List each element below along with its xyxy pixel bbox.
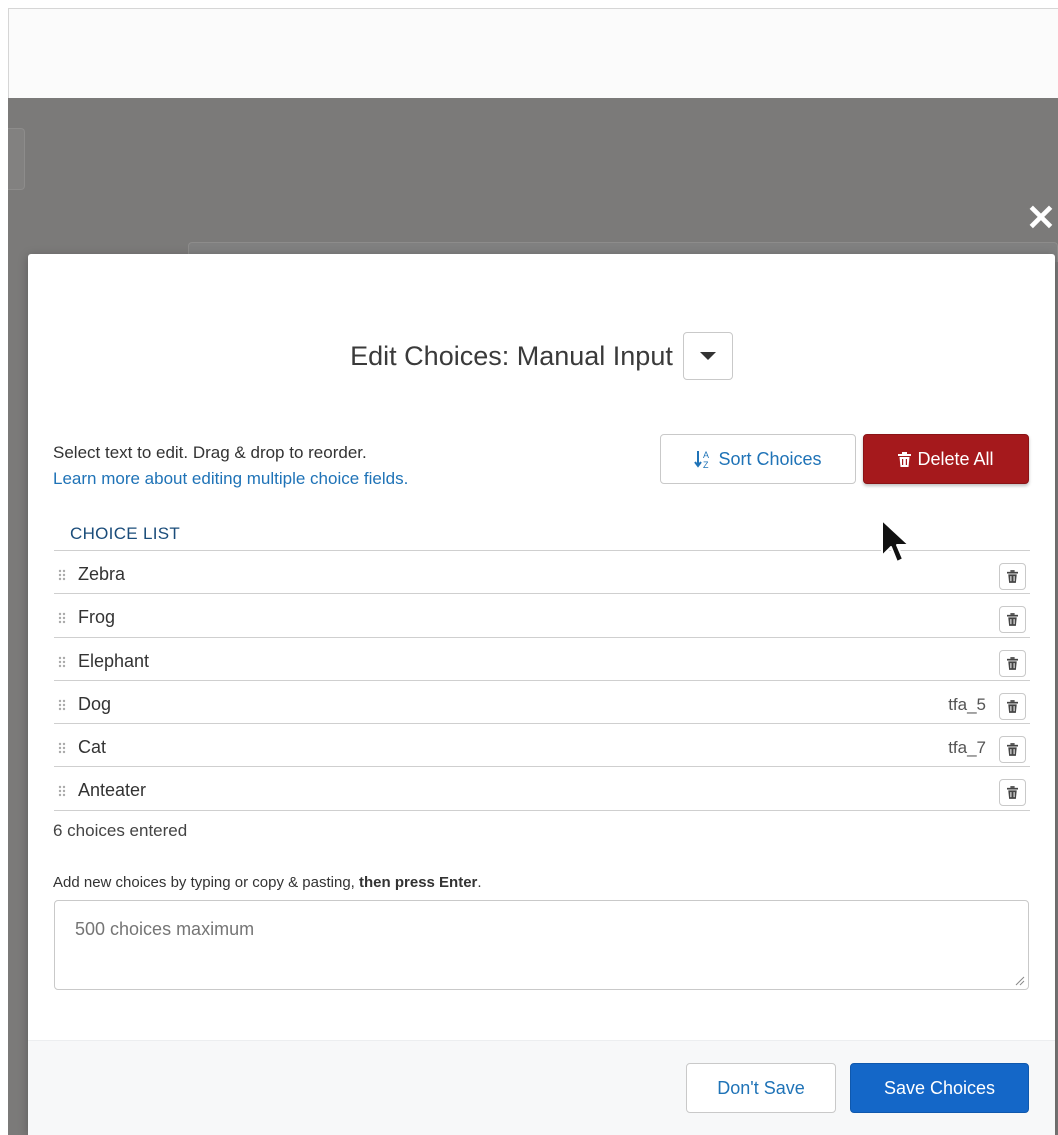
sort-alpha-icon: A Z (694, 449, 712, 469)
choice-id: tfa_7 (948, 738, 986, 758)
delete-choice-button[interactable] (999, 692, 1026, 720)
dont-save-label: Don't Save (717, 1077, 805, 1098)
choice-label[interactable]: Zebra (78, 564, 125, 585)
delete-choice-button[interactable] (999, 606, 1026, 634)
add-help-bold: then press Enter (359, 874, 478, 891)
delete-choice-button[interactable] (999, 736, 1026, 764)
close-icon[interactable]: ✕ (1024, 198, 1058, 238)
choice-list-title: CHOICE LIST (70, 524, 181, 543)
trash-icon (1007, 613, 1018, 627)
delete-all-label: Delete All (917, 448, 994, 469)
delete-all-button[interactable]: Delete All (863, 434, 1029, 484)
choices-count: 6 choices entered (53, 821, 188, 840)
choice-list: Zebra Frog Elephant Dog tfa_5 Cat tfa_7 … (54, 551, 1030, 811)
delete-choice-button[interactable] (999, 563, 1026, 590)
sort-choices-button[interactable]: A Z Sort Choices (660, 434, 856, 484)
trash-icon (1007, 570, 1018, 583)
choice-label[interactable]: Frog (78, 607, 115, 628)
add-help-prefix: Add new choices by typing or copy & past… (53, 874, 360, 891)
delete-choice-button[interactable] (999, 779, 1026, 807)
add-choices-input[interactable] (54, 900, 1029, 990)
save-choices-label: Save Choices (883, 1077, 996, 1098)
choice-label[interactable]: Cat (78, 737, 106, 758)
add-choices-help: Add new choices by typing or copy & past… (53, 874, 482, 891)
help-text-block: Select text to edit. Drag & drop to reor… (53, 440, 408, 492)
trash-icon (1007, 786, 1018, 800)
drag-handle-icon[interactable] (58, 742, 66, 754)
svg-text:Z: Z (703, 460, 709, 469)
mouse-pointer-icon (881, 519, 910, 563)
list-item[interactable]: Cat tfa_7 (54, 724, 1030, 768)
modal-title: Edit Choices: Manual Input (350, 341, 673, 371)
list-item[interactable]: Elephant (54, 638, 1030, 681)
dont-save-button[interactable]: Don't Save (686, 1063, 836, 1113)
drag-handle-icon[interactable] (58, 785, 66, 797)
choice-label[interactable]: Anteater (78, 780, 146, 801)
trash-icon (1007, 743, 1018, 757)
modal-footer: Don't Save Save Choices (28, 1040, 1055, 1135)
list-item[interactable]: Anteater (54, 767, 1030, 811)
background-panel-left (8, 128, 25, 190)
drag-handle-icon[interactable] (58, 656, 66, 668)
add-help-suffix: . (477, 874, 482, 891)
trash-icon (898, 451, 912, 467)
trash-icon (1007, 700, 1018, 713)
svg-text:A: A (703, 450, 709, 460)
caret-down-icon (699, 352, 716, 360)
page-header-area (8, 8, 1058, 98)
list-item[interactable]: Frog (54, 594, 1030, 638)
modal-title-row: Edit Choices: Manual Input (28, 332, 1055, 380)
edit-choices-modal: Edit Choices: Manual Input Select text t… (28, 254, 1055, 1135)
choice-label[interactable]: Dog (78, 694, 111, 715)
choice-label[interactable]: Elephant (78, 651, 149, 672)
drag-handle-icon[interactable] (58, 699, 66, 711)
list-item[interactable]: Dog tfa_5 (54, 681, 1030, 725)
drag-handle-icon[interactable] (58, 612, 66, 624)
choice-id: tfa_5 (948, 694, 986, 714)
trash-icon (1007, 656, 1018, 670)
save-choices-button[interactable]: Save Choices (850, 1063, 1029, 1113)
help-text: Select text to edit. Drag & drop to reor… (53, 443, 367, 462)
resize-handle-icon[interactable] (1015, 976, 1025, 986)
delete-choice-button[interactable] (999, 649, 1026, 677)
input-mode-dropdown[interactable] (682, 332, 733, 380)
sort-choices-label: Sort Choices (718, 448, 822, 469)
learn-more-link[interactable]: Learn more about editing multiple choice… (53, 469, 408, 488)
drag-handle-icon[interactable] (58, 569, 66, 581)
